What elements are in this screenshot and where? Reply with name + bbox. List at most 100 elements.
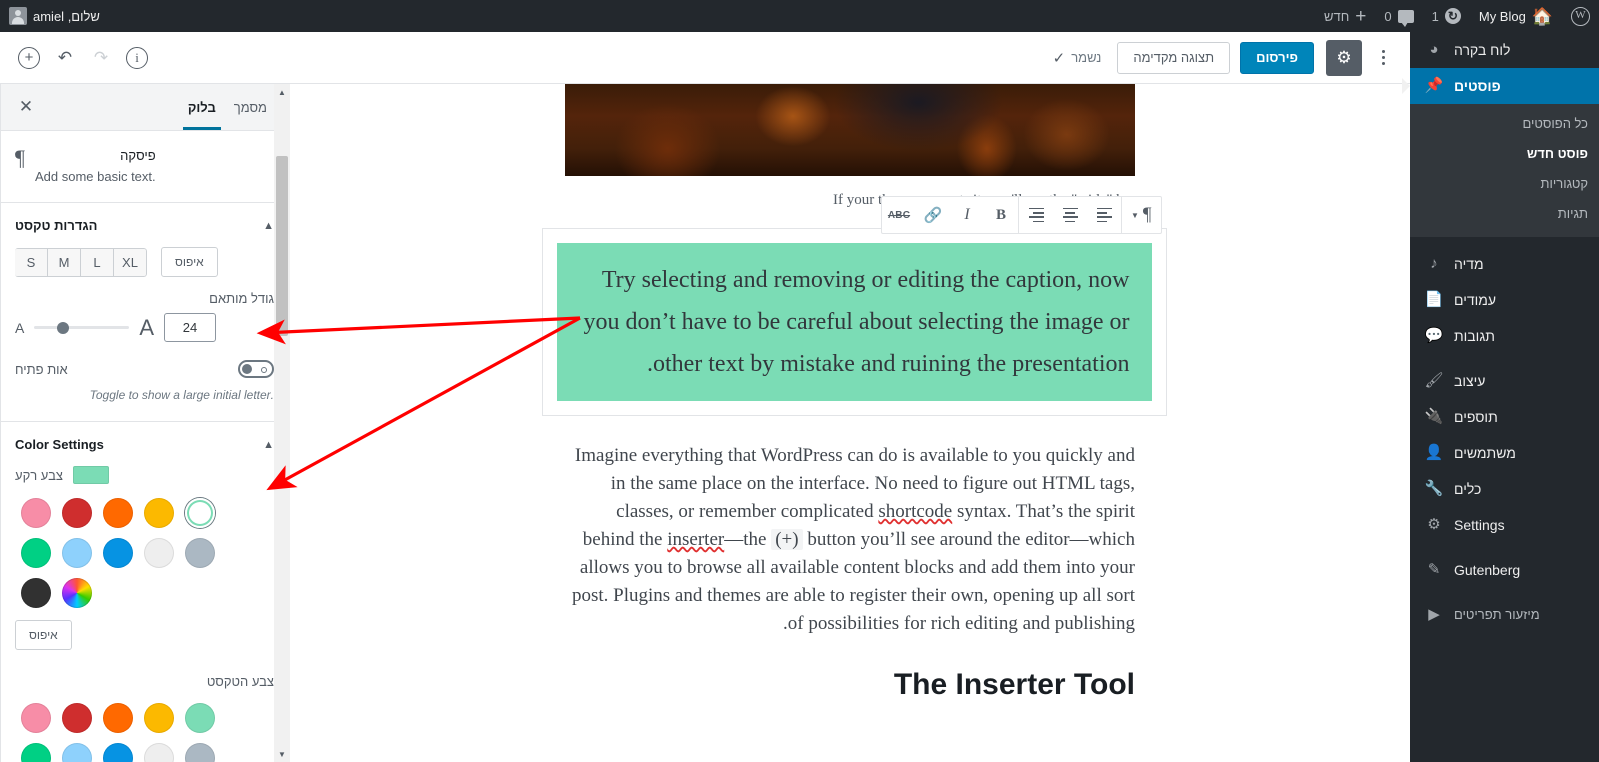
featured-image[interactable] — [565, 84, 1135, 176]
sidebar-item-tools[interactable]: כלים 🔧 — [1410, 471, 1599, 507]
wp-logo-item[interactable] — [1562, 0, 1599, 32]
swatch-cell-orange[interactable] — [97, 498, 138, 528]
settings-panel-scrollbar[interactable]: ▲ ▼ — [274, 84, 290, 762]
swatch-cell-amber[interactable] — [138, 498, 179, 528]
swatch-slate-gray — [184, 743, 215, 762]
swatch-cell-light-blue[interactable] — [56, 538, 97, 568]
preview-button[interactable]: תצוגה מקדימה — [1117, 41, 1231, 74]
selected-paragraph-block[interactable]: Try selecting and removing or editing th… — [541, 228, 1167, 416]
align-left-icon — [1096, 207, 1112, 223]
italic-button[interactable]: I — [950, 197, 984, 233]
swatch-white — [143, 538, 174, 568]
color-settings-header[interactable]: Color Settings ▲ — [15, 422, 274, 466]
collapse-icon: ▶ — [1428, 606, 1440, 623]
swatch-cell-crimson[interactable] — [56, 703, 97, 733]
info-button[interactable]: i — [122, 43, 152, 73]
swatch-cell-pink[interactable] — [15, 498, 56, 528]
sidebar-item-gutenberg[interactable]: Gutenberg ✎ — [1410, 552, 1599, 588]
swatch-cell-orange[interactable] — [97, 703, 138, 733]
publish-button[interactable]: פירסום — [1240, 41, 1314, 74]
swatch-cell-slate-gray[interactable] — [179, 743, 220, 762]
font-size-xl-button[interactable]: XL — [113, 247, 147, 277]
swatch-cell-blue[interactable] — [97, 743, 138, 762]
swatch-cell-slate-gray[interactable] — [179, 538, 220, 568]
scroll-up-arrow-icon[interactable]: ▲ — [274, 84, 290, 100]
swatch-cell-near-black[interactable] — [15, 578, 56, 608]
sidebar-item-posts[interactable]: פוסטים 📌 — [1410, 68, 1599, 104]
text-color-label: צבע הטקסט — [206, 674, 274, 689]
sidebar-item-collapse-menu[interactable]: מיזעור תפריטים ▶ — [1410, 597, 1599, 633]
slider-knob[interactable] — [56, 321, 69, 334]
pages-icon: 📄 — [1424, 291, 1444, 308]
swatch-cell-mint-green[interactable] — [179, 498, 220, 528]
swatch-cell-light-blue[interactable] — [56, 743, 97, 762]
swatch-cell-pink[interactable] — [15, 703, 56, 733]
sidebar-item-appearance[interactable]: עיצוב 🖌 — [1410, 363, 1599, 399]
comments-item[interactable]: 0 — [1375, 0, 1422, 32]
sidebar-item-dashboard[interactable]: לוח בקרה ◕ — [1410, 32, 1599, 68]
sidebar-item-users[interactable]: משתמשים 👤 — [1410, 435, 1599, 471]
tab-document[interactable]: מסמך — [225, 85, 276, 129]
paragraph-text[interactable]: Try selecting and removing or editing th… — [556, 243, 1152, 401]
background-color-reset-button[interactable]: איפוס — [15, 620, 72, 650]
scroll-down-arrow-icon[interactable]: ▼ — [274, 746, 290, 762]
swatch-cell-white[interactable] — [138, 743, 179, 762]
updates-item[interactable]: ↻ 1 — [1423, 0, 1470, 32]
sidebar-item-media[interactable]: מדיה ♪ — [1410, 246, 1599, 282]
submenu-item-all-posts[interactable]: כל הפוסטים — [1410, 109, 1599, 139]
scrollbar-thumb[interactable] — [276, 156, 288, 336]
sidebar-item-plugins[interactable]: תוספים 🔌 — [1410, 399, 1599, 435]
add-block-button[interactable]: + — [14, 43, 44, 73]
body-paragraph[interactable]: Imagine everything that WordPress can do… — [565, 442, 1135, 638]
sidebar-item-label: תוספים — [1454, 409, 1498, 425]
swatch-pink — [20, 498, 51, 528]
sidebar-item-label: עמודים — [1454, 292, 1497, 308]
text-settings-header[interactable]: הגדרות טקסט ▲ — [15, 203, 274, 247]
font-size-input[interactable]: 24 — [164, 313, 217, 342]
section-heading[interactable]: The Inserter Tool — [565, 668, 1135, 702]
align-center-button[interactable] — [1053, 197, 1087, 233]
swatch-cell-white[interactable] — [138, 538, 179, 568]
font-size-l-button[interactable]: L — [80, 247, 114, 277]
font-size-s-button[interactable]: S — [15, 247, 48, 277]
swatch-cell-emerald[interactable] — [15, 538, 56, 568]
swatch-cell-emerald[interactable] — [15, 743, 56, 762]
submenu-item-tags[interactable]: תגיות — [1410, 199, 1599, 229]
swatch-cell-blue[interactable] — [97, 538, 138, 568]
swatch-cell-crimson[interactable] — [56, 498, 97, 528]
sidebar-item-comments[interactable]: תגובות 💬 — [1410, 318, 1599, 354]
font-size-reset-button[interactable]: איפוס — [161, 247, 218, 277]
sidebar-item-label: Settings — [1454, 517, 1505, 533]
submenu-item-new-post[interactable]: פוסט חדש — [1410, 139, 1599, 169]
submenu-item-categories[interactable]: קטגוריות — [1410, 169, 1599, 199]
swatch-cell-mint-green[interactable] — [179, 703, 220, 733]
dropcap-toggle[interactable] — [238, 360, 274, 378]
strikethrough-button[interactable]: ABC — [882, 197, 916, 233]
swatch-cell-color-wheel[interactable] — [56, 578, 97, 608]
close-settings-button[interactable]: ✕ — [13, 97, 39, 117]
new-content-item[interactable]: + חדש — [1315, 0, 1375, 32]
tab-block[interactable]: בלוק — [179, 85, 225, 130]
align-right-button[interactable] — [1019, 197, 1053, 233]
paragraph-icon: ¶ — [15, 145, 25, 170]
redo-button[interactable]: ↷ — [86, 43, 116, 73]
block-settings-panel: מסמך בלוק ✕ פיסקה .Add some basic text ¶… — [0, 84, 290, 762]
settings-toggle-button[interactable]: ⚙ — [1326, 39, 1362, 76]
more-options-button[interactable] — [1366, 40, 1400, 76]
sidebar-item-settings[interactable]: Settings ⚙ — [1410, 507, 1599, 543]
font-size-slider[interactable] — [34, 321, 130, 334]
undo-button[interactable]: ↶ — [50, 43, 80, 73]
sidebar-item-pages[interactable]: עמודים 📄 — [1410, 282, 1599, 318]
dropcap-hint: .Toggle to show a large initial letter — [89, 388, 274, 402]
font-size-m-button[interactable]: M — [47, 247, 81, 277]
link-button[interactable]: 🔗 — [916, 197, 950, 233]
align-left-button[interactable] — [1087, 197, 1121, 233]
swatch-cell-amber[interactable] — [138, 703, 179, 733]
site-name-item[interactable]: 🏠 My Blog — [1470, 0, 1562, 32]
background-color-chip[interactable] — [72, 466, 109, 484]
dashboard-icon: ◕ — [1429, 41, 1439, 58]
block-type-switcher-button[interactable]: ▼ ¶ — [1122, 197, 1161, 233]
bold-button[interactable]: B — [984, 197, 1018, 233]
home-icon: 🏠 — [1531, 6, 1553, 26]
my-account-item[interactable]: שלום, amiel — [0, 0, 109, 32]
